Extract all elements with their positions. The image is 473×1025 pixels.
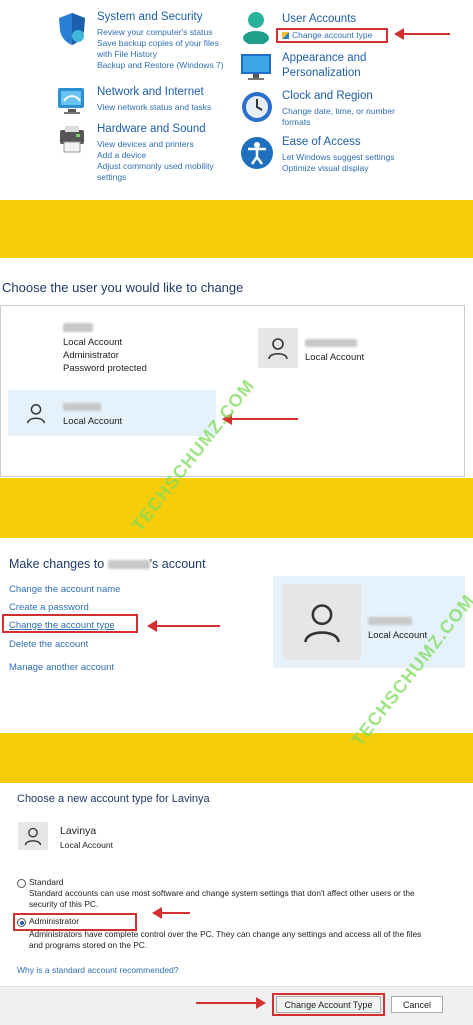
avatar-large [283,584,361,660]
yellow-separator-2 [0,478,473,538]
link-save-backup[interactable]: Save backup copies of your files [97,38,224,49]
shield-icon [56,12,88,45]
category-links-system-security[interactable]: Review your computer's status Save backu… [97,27,224,71]
choose-user-heading: Choose the user you would like to change [2,280,244,295]
link-add-device[interactable]: Add a device [97,150,214,161]
link-file-history[interactable]: with File History [97,49,224,60]
user-type: Local Account [60,840,113,850]
category-title-ease-access[interactable]: Ease of Access [282,136,361,148]
account-3[interactable]: Local Account [63,402,122,428]
category-title-hardware[interactable]: Hardware and Sound [97,123,206,135]
category-title-clock[interactable]: Clock and Region [282,90,373,102]
user-icon [304,604,340,643]
blurred-name-tile [368,616,427,629]
category-links-user-accounts[interactable]: Change account type [282,30,372,41]
link-formats[interactable]: formats [282,117,395,128]
yellow-separator-1 [0,200,473,258]
network-icon [56,85,88,117]
link-backup-restore[interactable]: Backup and Restore (Windows 7) [97,60,224,71]
category-title-system-security[interactable]: System and Security [97,11,202,23]
user-name: Lavinya [60,825,97,837]
avatar-account-2[interactable] [258,328,298,368]
blurred-name-1 [63,323,147,336]
blurred-name-3 [63,402,122,415]
monitor-icon [240,52,272,84]
user-icon [268,338,288,360]
make-changes-heading: Make changes to 's account [9,557,206,571]
administrator-description: Administrators have complete control ove… [29,929,422,950]
link-suggest-settings[interactable]: Let Windows suggest settings [282,152,394,163]
arrow-administrator [152,907,190,919]
account-type-heading: Choose a new account type for Lavinya [17,793,210,805]
printer-icon [56,124,88,156]
link-network-status[interactable]: View network status and tasks [97,102,211,113]
blurred-name-2 [305,338,364,351]
link-mobility[interactable]: Adjust commonly used mobility [97,161,214,172]
category-links-hardware[interactable]: View devices and printers Add a device A… [97,139,214,183]
link-delete-account[interactable]: Delete the account [9,639,88,650]
clock-icon [240,90,272,122]
avatar-lavinya [18,822,48,850]
user-icon [27,404,45,424]
radio-standard[interactable] [17,879,26,888]
link-view-devices[interactable]: View devices and printers [97,139,214,150]
link-why-standard[interactable]: Why is a standard account recommended? [17,965,179,975]
category-links-ease-access[interactable]: Let Windows suggest settings Optimize vi… [282,152,394,174]
link-optimize-display[interactable]: Optimize visual display [282,163,394,174]
account-1[interactable]: Local Account Administrator Password pro… [63,323,147,375]
account-tile-info: Local Account [368,616,427,642]
link-mobility-settings[interactable]: settings [97,172,214,183]
change-account-type-button[interactable]: Change Account Type [276,996,381,1013]
yellow-separator-3 [0,733,473,783]
cancel-button[interactable]: Cancel [391,996,443,1013]
category-title-user-accounts[interactable]: User Accounts [282,13,356,25]
link-change-account-type-cp[interactable]: Change account type [282,30,372,41]
link-change-account-name[interactable]: Change the account name [9,584,120,595]
user-icon [24,827,42,846]
link-change-date[interactable]: Change date, time, or number [282,106,395,117]
uac-shield-icon [282,32,289,39]
link-manage-another[interactable]: Manage another account [9,662,114,673]
accessibility-icon [240,136,273,169]
blurred-name-heading [107,560,150,570]
category-links-network[interactable]: View network status and tasks [97,102,211,113]
account-2[interactable]: Local Account [305,338,364,364]
arrow-change-button [196,997,266,1009]
avatar-account-3 [20,397,52,429]
radio-administrator[interactable] [17,918,26,927]
administrator-label[interactable]: Administrator [29,915,79,928]
link-review-status[interactable]: Review your computer's status [97,27,224,38]
link-change-account-type[interactable]: Change the account type [9,620,115,631]
users-icon [240,10,272,45]
control-panel-section: System and Security Review your computer… [0,0,473,200]
category-title-network[interactable]: Network and Internet [97,86,204,98]
link-create-password[interactable]: Create a password [9,602,89,613]
arrow-change-type [147,620,220,632]
arrow-cp [394,28,450,40]
category-links-clock[interactable]: Change date, time, or number formats [282,106,395,128]
standard-description: Standard accounts can use most software … [29,888,415,909]
category-title-appearance[interactable]: Appearance and Personalization [282,51,366,81]
arrow-account-3 [222,413,298,425]
